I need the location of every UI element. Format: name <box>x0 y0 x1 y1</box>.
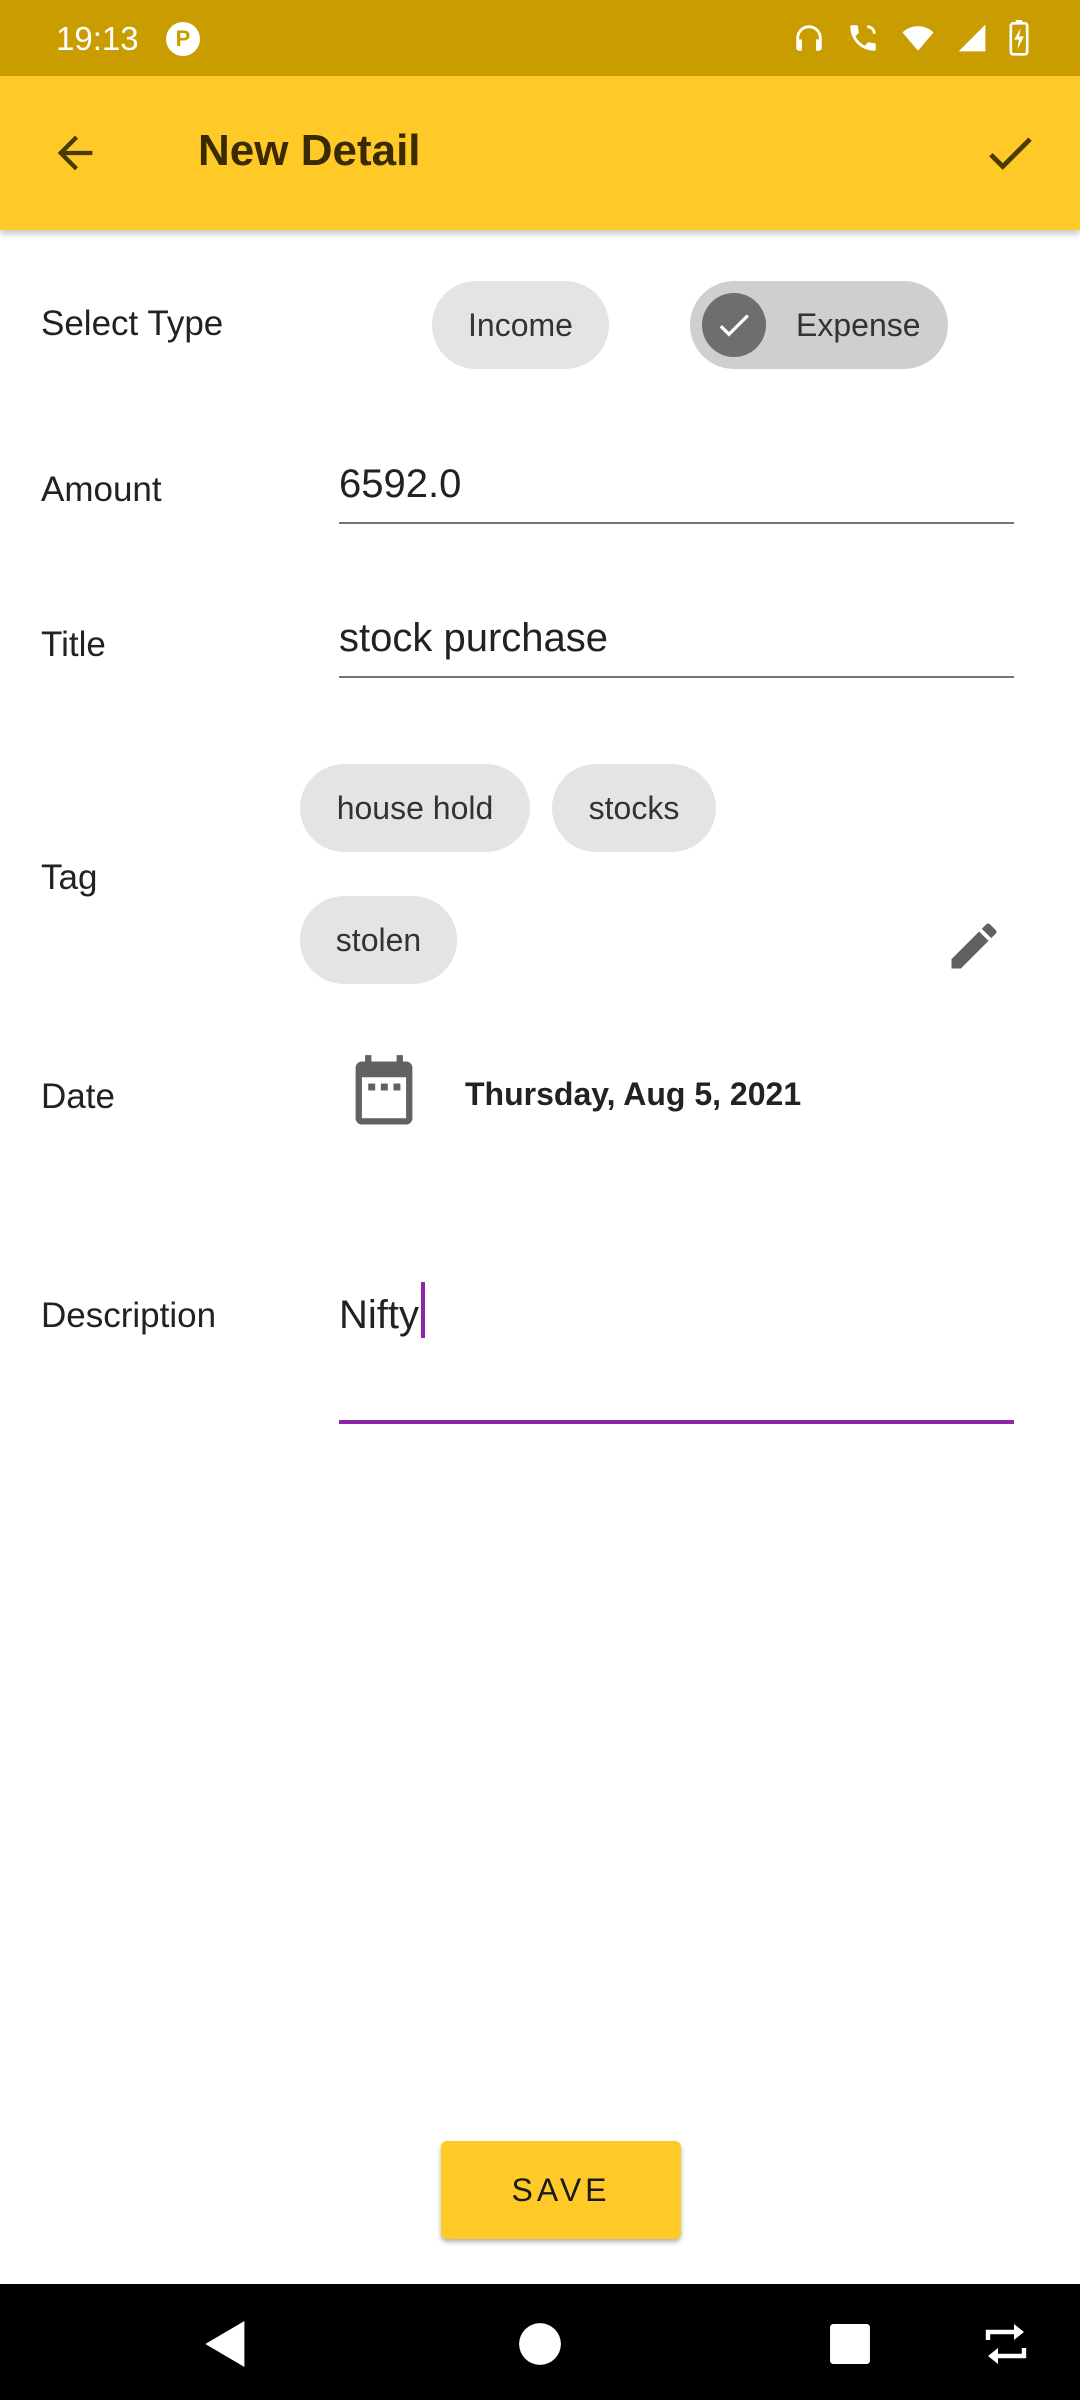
nav-back-button[interactable] <box>196 2314 256 2374</box>
signal-icon <box>958 24 986 52</box>
recents-square-icon <box>830 2324 870 2364</box>
check-icon <box>989 137 1032 170</box>
wifi-icon <box>902 26 934 51</box>
rotate-icon <box>985 2324 1027 2364</box>
title-value: stock purchase <box>339 616 609 660</box>
select-type-label: Select Type <box>41 304 224 343</box>
home-circle-icon <box>519 2323 561 2365</box>
app-notification-icon: P <box>166 22 200 56</box>
pencil-icon <box>951 923 997 969</box>
back-triangle-icon <box>205 2321 245 2367</box>
tag-chip[interactable]: stolen <box>300 896 457 984</box>
app-bar: New Detail <box>0 76 1080 230</box>
text-cursor <box>421 1282 425 1338</box>
title-label: Title <box>41 625 106 664</box>
income-chip-label: Income <box>468 306 573 343</box>
save-button[interactable]: SAVE <box>441 2141 681 2239</box>
headphones-icon <box>796 25 822 51</box>
tag-chip[interactable]: stocks <box>552 764 716 852</box>
tag-chip-label: house hold <box>336 789 494 826</box>
description-label: Description <box>41 1296 217 1335</box>
status-bar: 19:13 P <box>0 0 1080 76</box>
battery-charging-icon <box>1009 20 1029 56</box>
tag-chip[interactable]: house hold <box>300 764 530 852</box>
description-value: Nifty <box>339 1293 419 1337</box>
income-chip[interactable]: Income <box>432 281 609 369</box>
navigation-bar <box>0 2284 1080 2400</box>
amount-field[interactable]: 6592.0 <box>339 462 1014 524</box>
page-title: New Detail <box>198 126 421 175</box>
arrow-left-icon <box>57 135 93 171</box>
nav-recents-button[interactable] <box>820 2314 880 2374</box>
amount-label: Amount <box>41 470 162 509</box>
expense-chip-label: Expense <box>796 306 921 343</box>
edit-tags-button[interactable] <box>944 916 1004 976</box>
expense-chip[interactable]: Expense <box>690 281 948 369</box>
amount-value: 6592.0 <box>339 462 462 506</box>
confirm-button[interactable] <box>970 114 1050 192</box>
back-button[interactable] <box>40 114 110 192</box>
status-icons <box>792 18 1030 58</box>
description-field[interactable]: Nifty <box>339 1282 1014 1424</box>
tag-label: Tag <box>41 858 98 897</box>
wifi-calling-icon <box>850 25 876 51</box>
title-field[interactable]: stock purchase <box>339 616 1014 678</box>
chip-check-icon <box>702 293 766 357</box>
date-label: Date <box>41 1077 115 1116</box>
tag-chip-label: stolen <box>335 921 422 958</box>
calendar-icon[interactable] <box>346 1052 422 1134</box>
nav-rotate-button[interactable] <box>976 2314 1036 2374</box>
nav-home-button[interactable] <box>510 2314 570 2374</box>
status-time: 19:13 <box>56 20 139 57</box>
tag-chip-label: stocks <box>588 789 680 826</box>
date-value[interactable]: Thursday, Aug 5, 2021 <box>465 1076 801 1113</box>
